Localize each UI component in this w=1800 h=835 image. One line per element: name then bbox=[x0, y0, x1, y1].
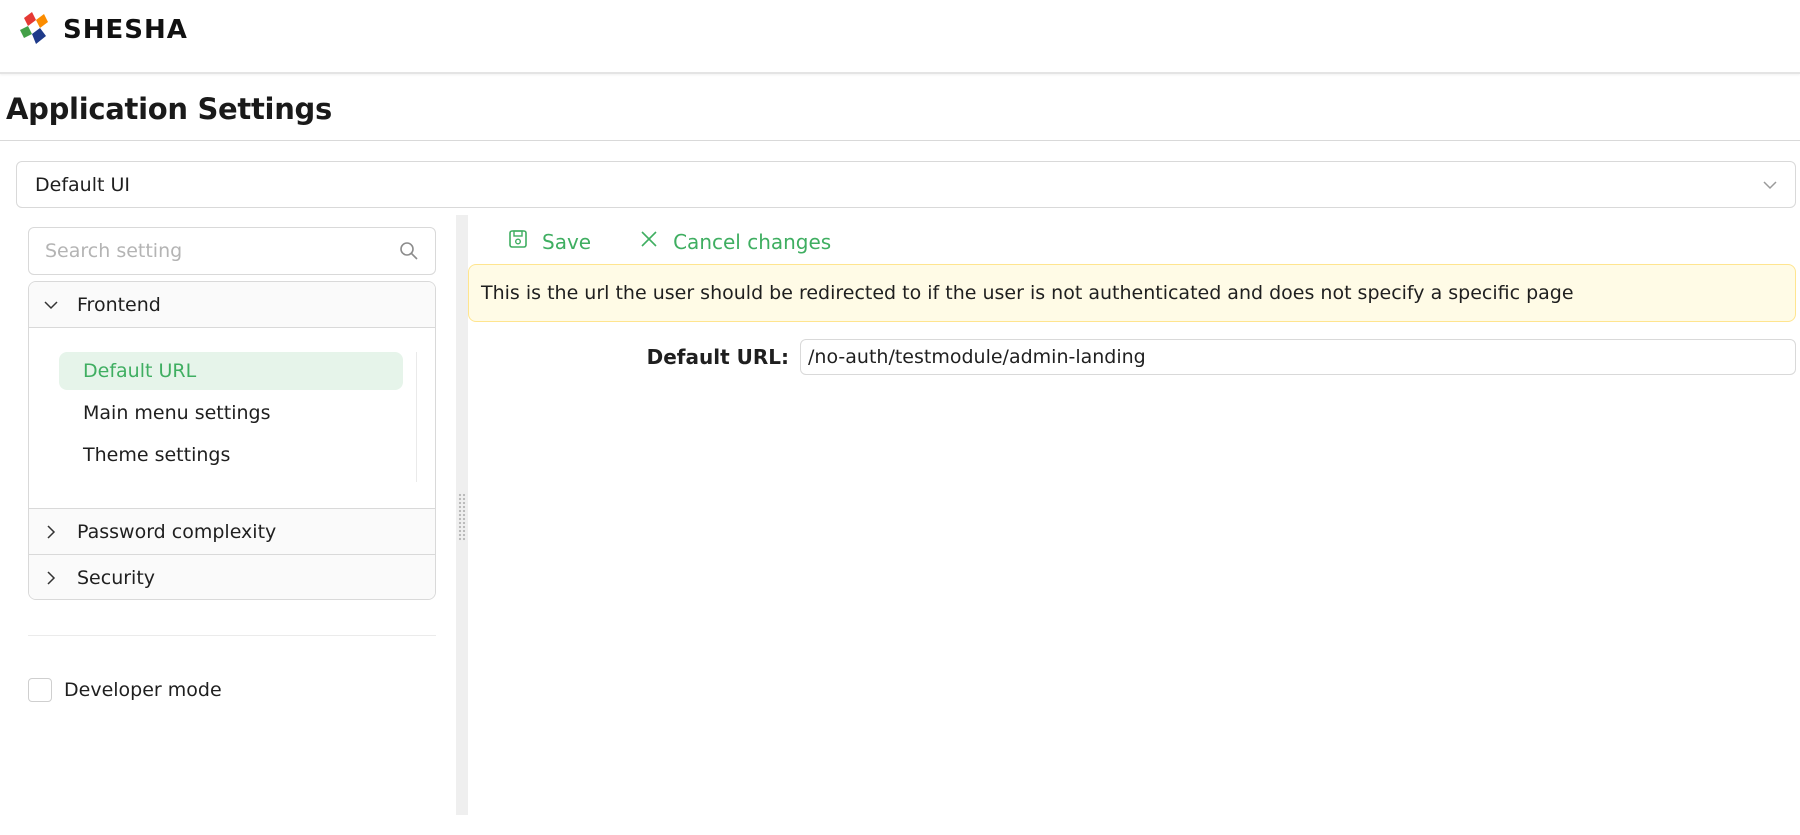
default-url-label-wrap: Default URL: bbox=[468, 337, 789, 377]
save-button[interactable]: Save bbox=[508, 229, 591, 254]
group-header-password-complexity[interactable]: Password complexity bbox=[29, 508, 435, 554]
save-icon bbox=[508, 229, 542, 254]
top-bar: SHESHA bbox=[0, 0, 1800, 74]
menu-item-label: Theme settings bbox=[83, 444, 231, 466]
chevron-down-icon bbox=[43, 297, 59, 313]
close-icon bbox=[639, 229, 673, 254]
menu-item-default-url[interactable]: Default URL bbox=[59, 352, 403, 390]
menu-item-label: Default URL bbox=[83, 360, 197, 382]
menu-item-main-menu-settings[interactable]: Main menu settings bbox=[59, 394, 403, 432]
chevron-right-icon bbox=[43, 524, 59, 540]
module-select-value: Default UI bbox=[35, 174, 130, 196]
default-url-label: Default URL: bbox=[646, 345, 789, 369]
settings-collapse: Frontend Default URL Main menu settings … bbox=[28, 281, 436, 600]
developer-mode-label: Developer mode bbox=[64, 679, 222, 701]
cancel-changes-label: Cancel changes bbox=[673, 229, 832, 254]
default-url-input[interactable] bbox=[800, 339, 1796, 375]
group-header-frontend[interactable]: Frontend bbox=[29, 282, 435, 328]
sidebar-divider bbox=[28, 635, 436, 636]
splitter-grip-icon[interactable] bbox=[458, 493, 466, 541]
panel-splitter[interactable] bbox=[456, 215, 468, 815]
page-title: Application Settings bbox=[6, 92, 332, 126]
logo-text: SHESHA bbox=[63, 15, 188, 45]
cancel-changes-button[interactable]: Cancel changes bbox=[639, 229, 831, 254]
settings-sidebar: Frontend Default URL Main menu settings … bbox=[0, 215, 456, 815]
settings-menu: Default URL Main menu settings Theme set… bbox=[59, 352, 417, 482]
editor-toolbar: Save Cancel changes bbox=[508, 229, 831, 254]
save-label: Save bbox=[542, 229, 592, 254]
group-body-frontend: Default URL Main menu settings Theme set… bbox=[29, 328, 435, 508]
menu-item-label: Main menu settings bbox=[83, 402, 271, 424]
setting-description: This is the url the user should be redir… bbox=[481, 282, 1574, 304]
search-setting-box bbox=[28, 227, 436, 275]
group-label: Frontend bbox=[77, 294, 161, 316]
chevron-right-icon bbox=[43, 570, 59, 586]
group-header-security[interactable]: Security bbox=[29, 554, 435, 599]
setting-description-alert: This is the url the user should be redir… bbox=[468, 264, 1796, 322]
title-divider bbox=[0, 140, 1800, 141]
setting-editor: Save Cancel changes This is the url the … bbox=[468, 215, 1800, 815]
developer-mode-checkbox[interactable] bbox=[28, 678, 52, 702]
app-logo[interactable]: SHESHA bbox=[18, 12, 188, 48]
chevron-down-icon bbox=[1761, 176, 1779, 194]
developer-mode-toggle[interactable]: Developer mode bbox=[28, 678, 222, 702]
group-label: Security bbox=[77, 567, 156, 589]
module-select[interactable]: Default UI bbox=[16, 161, 1796, 208]
shesha-logo-icon bbox=[18, 10, 54, 50]
menu-item-theme-settings[interactable]: Theme settings bbox=[59, 436, 403, 474]
group-label: Password complexity bbox=[77, 521, 277, 543]
default-url-form-row: Default URL: bbox=[468, 337, 1798, 377]
search-icon[interactable] bbox=[399, 241, 419, 261]
search-setting-input[interactable] bbox=[45, 238, 375, 264]
